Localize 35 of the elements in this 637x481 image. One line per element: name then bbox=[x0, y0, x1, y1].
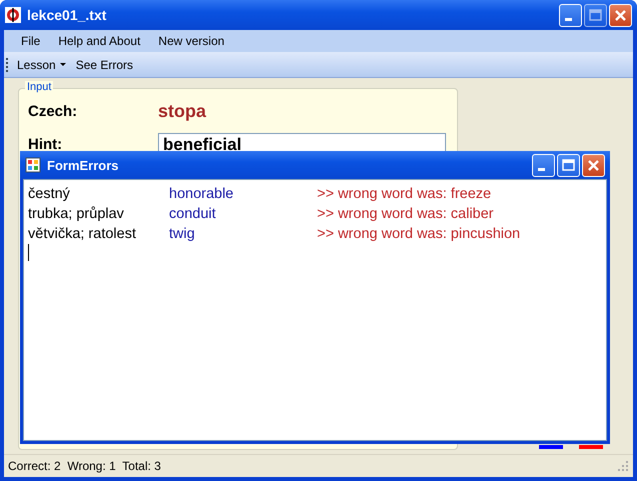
minimize-icon bbox=[565, 18, 572, 20]
error-text: >> wrong word was: pincushion bbox=[317, 225, 522, 244]
czech-text: trubka; průplav bbox=[28, 205, 125, 224]
close-button[interactable] bbox=[609, 4, 632, 26]
english-text: twig bbox=[169, 225, 196, 244]
menu-item[interactable]: Help and About bbox=[49, 34, 150, 48]
czech-label: Czech: bbox=[27, 103, 78, 120]
resize-grip-icon bbox=[617, 460, 629, 472]
group-title: Input bbox=[25, 81, 54, 93]
see-errors-button[interactable]: See Errors bbox=[74, 58, 136, 72]
english-text: honorable bbox=[169, 185, 234, 204]
app-icon bbox=[5, 7, 21, 23]
hint-label: Hint: bbox=[27, 136, 64, 152]
english-text: conduit bbox=[169, 205, 217, 224]
error-text: >> wrong word was: freeze bbox=[317, 185, 492, 204]
minimize-icon bbox=[538, 168, 545, 170]
menu-item[interactable]: File bbox=[12, 34, 50, 48]
errors-text-area[interactable]: čestný honorable >> wrong word was: freeze trubka; průplav conduit >> wrong word was: caliber větvička; ratolest twig >> wrong word was: pincushion bbox=[23, 179, 607, 441]
maximize-button[interactable] bbox=[584, 4, 607, 26]
toolbar-grip-icon bbox=[6, 56, 9, 72]
window-title: FormErrors bbox=[47, 158, 120, 172]
menu-item[interactable]: New version bbox=[149, 34, 234, 48]
minimize-button[interactable] bbox=[532, 154, 555, 176]
caret-icon bbox=[60, 62, 66, 66]
maximize-button[interactable] bbox=[557, 154, 580, 176]
close-button[interactable] bbox=[582, 154, 605, 176]
czech-word: stopa bbox=[158, 101, 206, 122]
window-title: lekce01_.txt bbox=[27, 7, 108, 23]
minimize-button[interactable] bbox=[559, 4, 582, 26]
form-icon bbox=[25, 157, 41, 173]
czech-text: čestný bbox=[28, 185, 71, 204]
lesson-dropdown[interactable]: Lesson bbox=[13, 58, 70, 72]
status-text: Correct: 2 Wrong: 1 Total: 3 bbox=[8, 459, 161, 473]
error-text: >> wrong word was: caliber bbox=[317, 205, 494, 224]
czech-text: větvička; ratolest bbox=[28, 225, 137, 244]
